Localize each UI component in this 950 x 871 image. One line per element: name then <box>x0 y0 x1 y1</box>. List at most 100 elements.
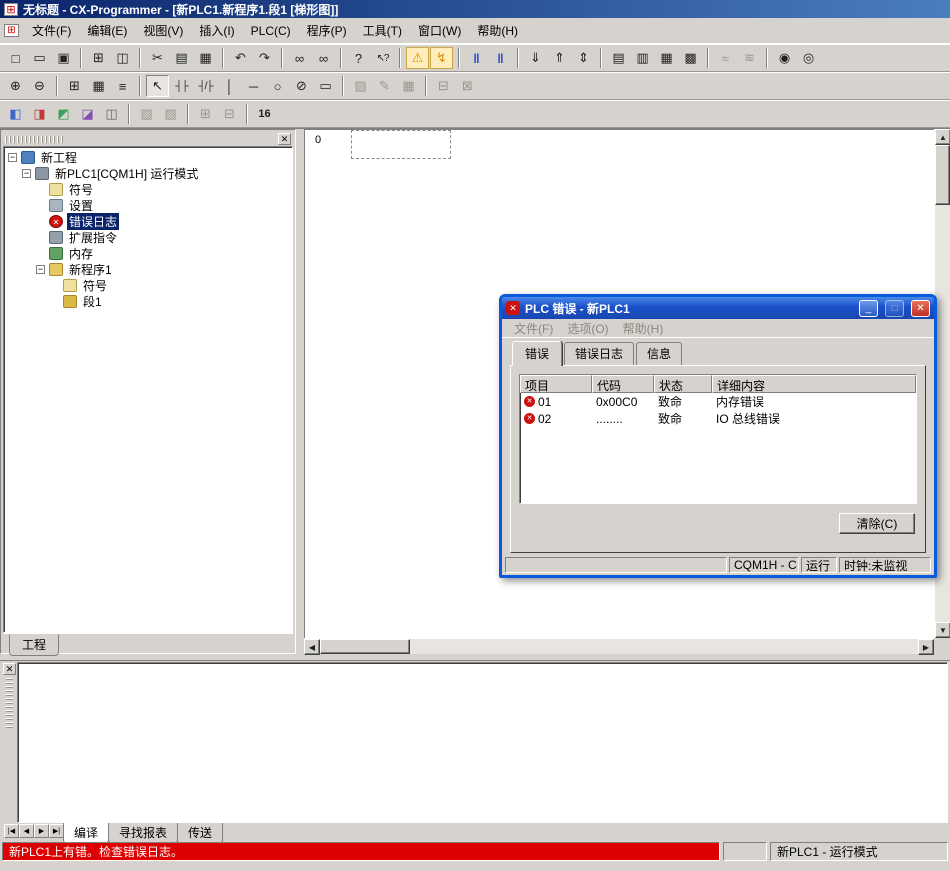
scroll-down-button[interactable]: ▼ <box>935 622 950 638</box>
new-closed-coil-button[interactable]: ⊘ <box>290 75 313 97</box>
column-header-code[interactable]: 代码 <box>592 375 654 393</box>
zoom-in-button[interactable]: ⊕ <box>4 75 27 97</box>
context-help-button[interactable]: ↖? <box>371 47 394 69</box>
insert-row-button[interactable]: ⊟ <box>432 75 455 97</box>
replace-button[interactable]: ∞ <box>312 47 335 69</box>
tree-item-expansion-instructions[interactable]: 扩展指令 <box>4 229 292 245</box>
view-cross-reference-button[interactable]: ◪ <box>76 103 99 125</box>
vertical-splitter[interactable] <box>296 129 304 654</box>
tab-project[interactable]: 工程 <box>9 634 59 656</box>
collapse-icon[interactable]: − <box>8 153 17 162</box>
output-close-button[interactable]: ✕ <box>3 663 16 675</box>
monitor-window-button[interactable]: ▧ <box>135 103 158 125</box>
compile-button[interactable]: ⚠ <box>406 47 429 69</box>
error-row[interactable]: ✕02 ........ 致命 IO 总线错误 <box>520 410 916 427</box>
menu-item-help[interactable]: 帮助(H) <box>470 19 525 42</box>
selection-mode-button[interactable]: ↖ <box>146 75 169 97</box>
compare-with-plc-button[interactable]: ⇕ <box>572 47 595 69</box>
differential-monitor-button[interactable]: ≈ <box>714 47 737 69</box>
output-content[interactable] <box>17 662 948 823</box>
view-symbols-button[interactable]: ◩ <box>52 103 75 125</box>
io-table-button[interactable]: ▨ <box>159 103 182 125</box>
print-preview-button[interactable]: ◫ <box>111 47 134 69</box>
horizontal-line-button[interactable]: ─ <box>242 75 265 97</box>
zoom-out-button[interactable]: ⊖ <box>28 75 51 97</box>
pause-monitor-button[interactable]: ‖ <box>465 47 488 69</box>
clock-button[interactable]: ◎ <box>797 47 820 69</box>
scroll-up-button[interactable]: ▲ <box>935 129 950 145</box>
fit-view-button[interactable]: ⊟ <box>218 103 241 125</box>
collapse-icon[interactable]: − <box>22 169 31 178</box>
show-rulers-button[interactable]: ≡ <box>111 75 134 97</box>
grid-monitor-button[interactable]: ▩ <box>679 47 702 69</box>
paste-button[interactable]: ▦ <box>194 47 217 69</box>
error-row[interactable]: ✕01 0x00C0 致命 内存错误 <box>520 393 916 410</box>
clear-button[interactable]: 清除(C) <box>839 513 915 534</box>
tree-item-program[interactable]: − 新程序1 <box>4 261 292 277</box>
dialog-title-bar[interactable]: ✕ PLC 错误 - 新PLC1 _ □ ✕ <box>502 297 934 319</box>
online-edit-button[interactable]: ↯ <box>430 47 453 69</box>
column-header-detail[interactable]: 详细内容 <box>712 375 916 393</box>
menu-item-window[interactable]: 窗口(W) <box>411 19 468 42</box>
font-size-button[interactable]: 16 <box>253 103 276 125</box>
column-header-status[interactable]: 状态 <box>654 375 712 393</box>
collapse-icon[interactable]: − <box>36 265 45 274</box>
new-file-button[interactable]: □ <box>4 47 27 69</box>
dialog-minimize-button[interactable]: _ <box>859 300 878 317</box>
view-mnemonics-button[interactable]: ◧ <box>4 103 27 125</box>
menu-item-file[interactable]: 文件(F) <box>25 19 78 42</box>
redo-button[interactable]: ↷ <box>253 47 276 69</box>
dialog-menu-help[interactable]: 帮助(H) <box>617 318 670 339</box>
tree-item-section1[interactable]: 段1 <box>4 293 292 309</box>
show-grid-button[interactable]: ⊞ <box>63 75 86 97</box>
tree-item-project[interactable]: − 新工程 <box>4 149 292 165</box>
vertical-scroll-thumb[interactable] <box>935 145 950 205</box>
data-monitor-button[interactable]: ▦ <box>655 47 678 69</box>
menu-item-view[interactable]: 视图(V) <box>136 19 190 42</box>
menu-item-tools[interactable]: 工具(T) <box>356 19 409 42</box>
tree-item-settings[interactable]: 设置 <box>4 197 292 213</box>
dialog-menu-options[interactable]: 选项(O) <box>561 318 614 339</box>
tab-information[interactable]: 信息 <box>636 342 682 365</box>
vertical-line-button[interactable]: │ <box>218 75 241 97</box>
view-ladder-button[interactable]: ◨ <box>28 103 51 125</box>
find-button[interactable]: ∞ <box>288 47 311 69</box>
cut-button[interactable]: ✂ <box>146 47 169 69</box>
tab-error-log[interactable]: 错误日志 <box>564 342 634 365</box>
help-button[interactable]: ? <box>347 47 370 69</box>
new-closed-contact-button[interactable]: ┤/├ <box>194 75 217 97</box>
workspace-close-button[interactable]: ✕ <box>278 133 291 145</box>
save-button[interactable]: ▣ <box>52 47 75 69</box>
menu-item-insert[interactable]: 插入(I) <box>192 19 241 42</box>
tree-item-plc[interactable]: − 新PLC1[CQM1H] 运行模式 <box>4 165 292 181</box>
new-coil-button[interactable]: ○ <box>266 75 289 97</box>
menu-item-edit[interactable]: 编辑(E) <box>80 19 134 42</box>
tree-item-error-log[interactable]: ✕ 错误日志 <box>4 213 292 229</box>
tab-compile[interactable]: 编译 <box>63 823 109 844</box>
view-io-comment-button[interactable]: ◫ <box>100 103 123 125</box>
tab-errors[interactable]: 错误 <box>512 341 562 366</box>
column-header-item[interactable]: 项目 <box>520 375 592 393</box>
pause-trigger-button[interactable]: ‖ <box>489 47 512 69</box>
work-online-button[interactable]: ▤ <box>607 47 630 69</box>
transfer-to-plc-button[interactable]: ⇓ <box>524 47 547 69</box>
tree-item-memory[interactable]: 内存 <box>4 245 292 261</box>
monitor-mode-button[interactable]: ▥ <box>631 47 654 69</box>
tab-transfer[interactable]: 传送 <box>177 823 223 844</box>
menu-item-program[interactable]: 程序(P) <box>300 19 354 42</box>
horizontal-scroll-thumb[interactable] <box>320 639 410 654</box>
new-contact-button[interactable]: ┤├ <box>170 75 193 97</box>
edit-block-button[interactable]: ▦ <box>397 75 420 97</box>
transfer-from-plc-button[interactable]: ⇑ <box>548 47 571 69</box>
error-list[interactable]: 项目 代码 状态 详细内容 ✕01 0x00C0 致命 内存错误 ✕02 ...… <box>519 374 917 504</box>
horizontal-scrollbar[interactable]: ◀ ▶ <box>304 638 934 654</box>
show-rung-comments-button[interactable]: ▦ <box>87 75 110 97</box>
print-button[interactable]: ⊞ <box>87 47 110 69</box>
tab-scroll-prev-button[interactable]: ◀ <box>19 824 34 838</box>
dialog-menu-file[interactable]: 文件(F) <box>508 318 559 339</box>
menu-item-plc[interactable]: PLC(C) <box>244 21 298 41</box>
undo-button[interactable]: ↶ <box>229 47 252 69</box>
tree-item-program-symbols[interactable]: 符号 <box>4 277 292 293</box>
edit-comment-button[interactable]: ✎ <box>373 75 396 97</box>
tab-scroll-last-button[interactable]: ▶| <box>49 824 64 838</box>
